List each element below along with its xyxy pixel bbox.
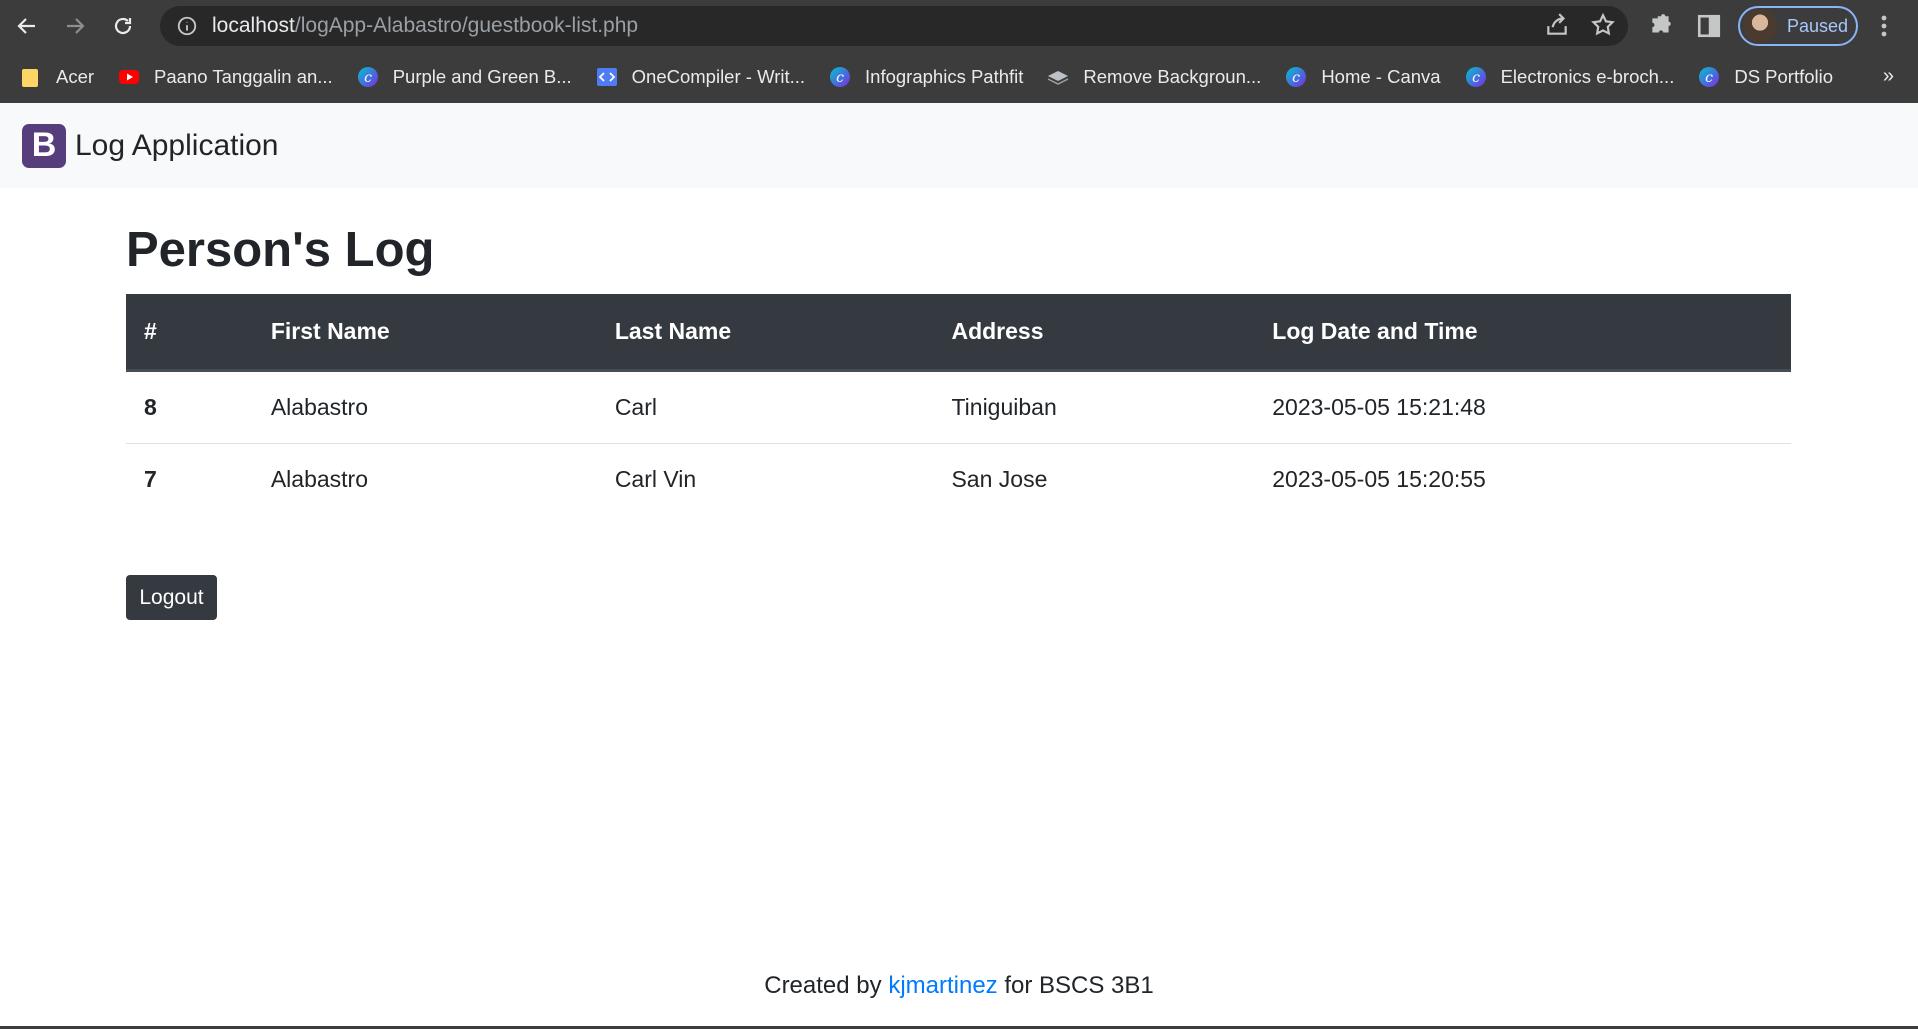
profile-button[interactable]: Paused [1738, 6, 1858, 46]
bookmark-item[interactable]: c Electronics e-broch... [1465, 66, 1675, 88]
svg-text:c: c [364, 70, 372, 86]
bookmark-label: Home - Canva [1321, 66, 1441, 87]
bookmark-label: Remove Backgroun... [1083, 66, 1262, 87]
bookmark-item[interactable]: Paano Tanggalin an... [118, 66, 333, 88]
column-header: First Name [252, 294, 597, 372]
table-cell: 2023-05-05 15:20:55 [1272, 466, 1486, 493]
bookmark-label: Acer [56, 66, 95, 87]
footer: Created by kjmartinez for BSCS 3B1 [0, 972, 1918, 1000]
svg-text:c: c [836, 70, 844, 86]
bootstrap-logo[interactable]: B [22, 123, 66, 168]
bookmark-item[interactable]: c Infographics Pathfit [829, 66, 1023, 88]
bookmark-label: Paano Tanggalin an... [154, 66, 333, 87]
bookmarks-bar: Acer Paano Tanggalin an... c Purple and Gre… [0, 51, 1918, 103]
table-cell: Alabastro [270, 466, 369, 493]
kebab-menu-icon[interactable] [1872, 12, 1896, 40]
table-cell: Tiniguiban [951, 393, 1057, 420]
share-icon[interactable] [1544, 12, 1570, 38]
table-cell: 8 [144, 393, 157, 420]
extensions-icon[interactable] [1648, 13, 1674, 39]
bookmark-label: DS Portfolio [1734, 66, 1834, 87]
table-header-row: # First Name Last Name Address Log Date and … [126, 294, 1791, 372]
table-row: 8 Alabastro Carl Tiniguiban 2023-05-05 15:21… [126, 370, 1791, 443]
browser-toolbar: localhost/logApp-Alabastro/guestbook-lis… [0, 0, 1918, 51]
forward-button[interactable] [54, 5, 96, 47]
info-icon[interactable] [176, 15, 198, 37]
table-cell: 7 [144, 466, 157, 493]
bookmark-item[interactable]: c DS Portfolio [1698, 66, 1833, 88]
column-header: Log Date and Time [1254, 294, 1791, 372]
table-cell: Alabastro [270, 393, 369, 420]
code-icon [596, 66, 618, 88]
back-arrow-icon [17, 17, 35, 34]
bookmark-item[interactable]: Acer [20, 66, 94, 88]
svg-text:c: c [1472, 70, 1480, 86]
table-cell: Carl [614, 393, 657, 420]
bookmark-label: Infographics Pathfit [865, 66, 1024, 87]
bookmark-label: OneCompiler - Writ... [631, 66, 806, 87]
forward-arrow-icon [67, 17, 85, 34]
canva-icon: c [1465, 66, 1487, 88]
profile-label: Paused [1787, 15, 1849, 36]
youtube-icon [118, 66, 140, 88]
bookmark-label: Electronics e-broch... [1500, 66, 1675, 87]
table-row: 7 Alabastro Carl Vin San Jose 2023-05-05 15:… [126, 443, 1791, 516]
bookmark-item[interactable]: c Home - Canva [1285, 66, 1441, 88]
layers-icon [1047, 66, 1069, 88]
reload-icon [114, 17, 132, 34]
canva-icon: c [1285, 66, 1307, 88]
bookmarks-overflow-button[interactable]: » [1883, 65, 1894, 88]
log-table: # First Name Last Name Address Log Date and … [126, 294, 1791, 516]
star-icon[interactable] [1590, 12, 1616, 38]
side-panel-icon[interactable] [1696, 13, 1722, 39]
navbar: B Log Application [0, 103, 1918, 188]
url-host: localhost [212, 14, 295, 37]
folder-icon [20, 66, 42, 88]
bookmark-item[interactable]: Remove Backgroun... [1047, 66, 1261, 88]
table-cell: 2023-05-05 15:21:48 [1272, 393, 1486, 420]
reload-button[interactable] [102, 5, 144, 47]
table-cell: Carl Vin [614, 466, 697, 493]
back-button[interactable] [6, 5, 48, 47]
page-title: Person's Log [126, 223, 435, 277]
table-cell: San Jose [951, 466, 1048, 493]
logout-button[interactable]: Logout [126, 575, 217, 620]
canva-icon: c [357, 66, 379, 88]
svg-text:c: c [1292, 70, 1300, 86]
footer-suffix: for BSCS 3B1 [997, 972, 1154, 999]
table-body: 8 Alabastro Carl Tiniguiban 2023-05-05 15:21… [126, 370, 1791, 516]
svg-text:c: c [1705, 70, 1713, 86]
bookmark-label: Purple and Green B... [392, 66, 572, 87]
bookmark-item[interactable]: OneCompiler - Writ... [596, 66, 805, 88]
navbar-brand[interactable]: Log Application [75, 129, 279, 163]
column-header: Last Name [596, 294, 934, 372]
url-path: /logApp-Alabastro/guestbook-list.php [294, 14, 639, 37]
avatar [1743, 9, 1777, 43]
address-bar[interactable]: localhost/logApp-Alabastro/guestbook-lis… [160, 6, 1628, 46]
column-header: # [126, 294, 253, 372]
canva-icon: c [829, 66, 851, 88]
author-link[interactable]: kjmartinez [888, 972, 997, 999]
column-header: Address [933, 294, 1255, 372]
canva-icon: c [1698, 66, 1720, 88]
bookmark-item[interactable]: c Purple and Green B... [357, 66, 572, 88]
footer-prefix: Created by [764, 972, 889, 999]
url-text: localhost/logApp-Alabastro/guestbook-lis… [212, 14, 638, 38]
